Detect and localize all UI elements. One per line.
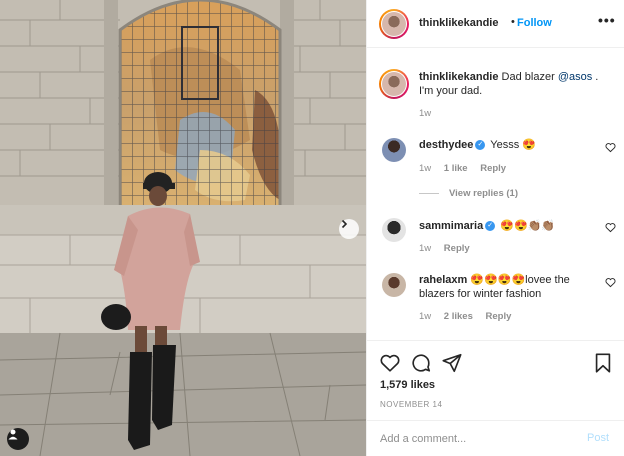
comment-heart-icon[interactable] xyxy=(605,222,616,233)
reply-button[interactable]: Reply xyxy=(444,243,470,254)
comment-username[interactable]: desthydee xyxy=(419,139,473,151)
comment-username[interactable]: rahelaxm xyxy=(419,274,467,286)
comment-likes[interactable]: 1 like xyxy=(444,163,468,174)
comment-body: 😍😍👏🏽👏🏽 xyxy=(500,220,556,232)
comment-text: rahelaxm 😍😍😍😍lovee the blazers for winte… xyxy=(419,273,599,301)
avatar[interactable] xyxy=(382,12,406,36)
caption-body: Dad blazer xyxy=(501,71,558,83)
add-comment-input[interactable] xyxy=(380,431,570,447)
avatar[interactable] xyxy=(382,273,406,297)
comment-likes[interactable]: 2 likes xyxy=(444,311,473,322)
caption-text: thinklikekandie Dad blazer @asos . I'm y… xyxy=(419,70,609,98)
comment-item: rahelaxm 😍😍😍😍lovee the blazers for winte… xyxy=(367,271,624,331)
comment-item: desthydee ✓ Yesss 😍 1w 1 like Reply View … xyxy=(367,136,624,206)
post-author-username[interactable]: thinklikekandie xyxy=(419,17,498,29)
comment-time[interactable]: 1w xyxy=(419,311,431,322)
comment-meta: 1w Reply xyxy=(419,243,480,254)
verified-icon: ✓ xyxy=(475,140,486,151)
post-date[interactable]: NOVEMBER 14 xyxy=(380,400,442,409)
caption-meta: 1w xyxy=(419,108,441,119)
more-icon[interactable]: ••• xyxy=(598,12,616,28)
comment-time[interactable]: 1w xyxy=(419,163,431,174)
comment-text: sammimaria ✓ 😍😍👏🏽👏🏽 xyxy=(419,219,609,233)
reply-button[interactable]: Reply xyxy=(486,311,512,322)
comment-text: desthydee ✓ Yesss 😍 xyxy=(419,138,609,152)
avatar[interactable] xyxy=(382,72,406,96)
tagged-users-button[interactable] xyxy=(7,428,29,450)
user-tag-icon xyxy=(8,429,18,440)
comment-username[interactable]: sammimaria xyxy=(419,220,483,232)
post-photo[interactable] xyxy=(0,0,366,456)
share-icon[interactable] xyxy=(441,352,463,374)
verified-icon: ✓ xyxy=(485,221,496,232)
chevron-right-icon xyxy=(341,219,348,229)
post-header: thinklikekandie • Follow ••• xyxy=(367,0,624,48)
comment-heart-icon[interactable] xyxy=(605,277,616,288)
bookmark-icon[interactable] xyxy=(592,352,614,374)
avatar[interactable] xyxy=(382,218,406,242)
replies-divider xyxy=(419,192,439,194)
likes-count[interactable]: 1,579 likes xyxy=(380,379,435,391)
caption-username[interactable]: thinklikekandie xyxy=(419,71,498,83)
follow-button[interactable]: Follow xyxy=(517,17,552,29)
heart-icon[interactable] xyxy=(379,352,401,374)
comments-list[interactable]: thinklikekandie Dad blazer @asos . I'm y… xyxy=(367,48,624,340)
view-replies-button[interactable]: View replies (1) xyxy=(419,188,518,199)
comment-icon[interactable] xyxy=(410,352,432,374)
action-bar: 1,579 likes NOVEMBER 14 xyxy=(367,340,624,432)
next-photo-button[interactable] xyxy=(339,219,359,239)
post-comment-button[interactable]: Post xyxy=(587,432,609,444)
comment-time[interactable]: 1w xyxy=(419,243,431,254)
mention-link[interactable]: @asos xyxy=(558,71,592,83)
comment-meta: 1w 2 likes Reply xyxy=(419,311,521,322)
comment-body: Yesss 😍 xyxy=(490,139,536,151)
photo-image xyxy=(0,0,366,456)
caption-time[interactable]: 1w xyxy=(419,108,431,119)
view-replies-label: View replies (1) xyxy=(449,188,518,199)
reply-button[interactable]: Reply xyxy=(480,163,506,174)
add-comment-bar: Post xyxy=(367,420,624,456)
avatar[interactable] xyxy=(382,138,406,162)
caption: thinklikekandie Dad blazer @asos . I'm y… xyxy=(367,63,624,123)
comment-heart-icon[interactable] xyxy=(605,142,616,153)
post-sidebar: thinklikekandie • Follow ••• thinklikeka… xyxy=(366,0,624,456)
separator-dot: • xyxy=(511,16,515,28)
comment-meta: 1w 1 like Reply xyxy=(419,163,516,174)
comment-item: sammimaria ✓ 😍😍👏🏽👏🏽 1w Reply xyxy=(367,216,624,262)
